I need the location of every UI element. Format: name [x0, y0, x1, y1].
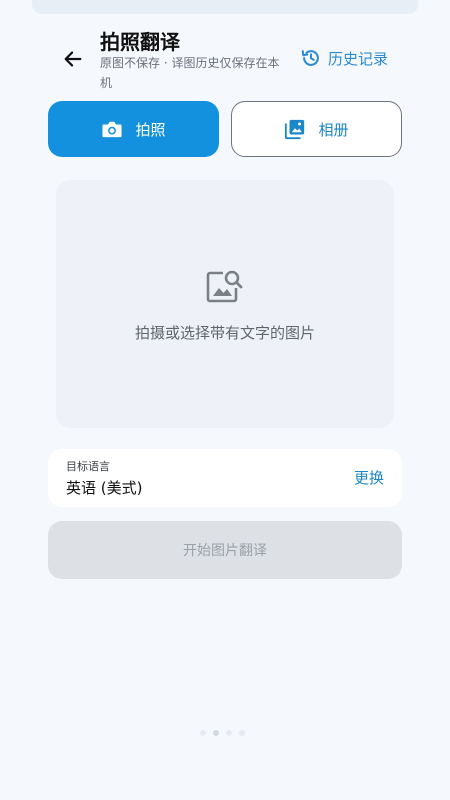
- image-search-icon: [206, 270, 243, 303]
- history-label: 历史记录: [328, 49, 389, 68]
- page-dot: [226, 730, 232, 736]
- history-button[interactable]: 历史记录: [300, 46, 388, 70]
- change-language-button[interactable]: 更换: [354, 467, 384, 488]
- album-button[interactable]: 相册: [231, 101, 402, 157]
- image-gallery-icon: [285, 119, 305, 140]
- page-indicator: [200, 730, 245, 736]
- drop-area-hint: 拍摄或选择带有文字的图片: [134, 324, 315, 342]
- page-dot: [200, 730, 206, 736]
- camera-label: 拍照: [135, 120, 166, 139]
- camera-button[interactable]: 拍照: [48, 101, 219, 157]
- camera-icon: [102, 121, 123, 138]
- page-dot-active: [213, 730, 219, 736]
- page-dot: [239, 730, 245, 736]
- start-translation-button[interactable]: 开始图片翻译: [48, 521, 402, 579]
- back-button[interactable]: [58, 44, 88, 74]
- history-clock-icon: [301, 50, 319, 66]
- target-language-value: 英语 (美式): [66, 479, 143, 497]
- header: 拍照翻译 原图不保存 · 译图历史仅保存在本机 历史记录: [0, 22, 450, 92]
- target-language-label: 目标语言: [66, 460, 110, 473]
- page-subtitle: 原图不保存 · 译图历史仅保存在本机: [100, 56, 280, 90]
- album-label: 相册: [318, 120, 349, 139]
- image-drop-area[interactable]: 拍摄或选择带有文字的图片: [56, 180, 394, 428]
- mode-selector: 拍照 相册: [48, 101, 402, 157]
- arrow-left-icon: [64, 51, 82, 67]
- target-language-card: 目标语言 英语 (美式) 更换: [48, 449, 402, 507]
- top-status-strip: [32, 0, 418, 14]
- page-title: 拍照翻译: [100, 30, 180, 54]
